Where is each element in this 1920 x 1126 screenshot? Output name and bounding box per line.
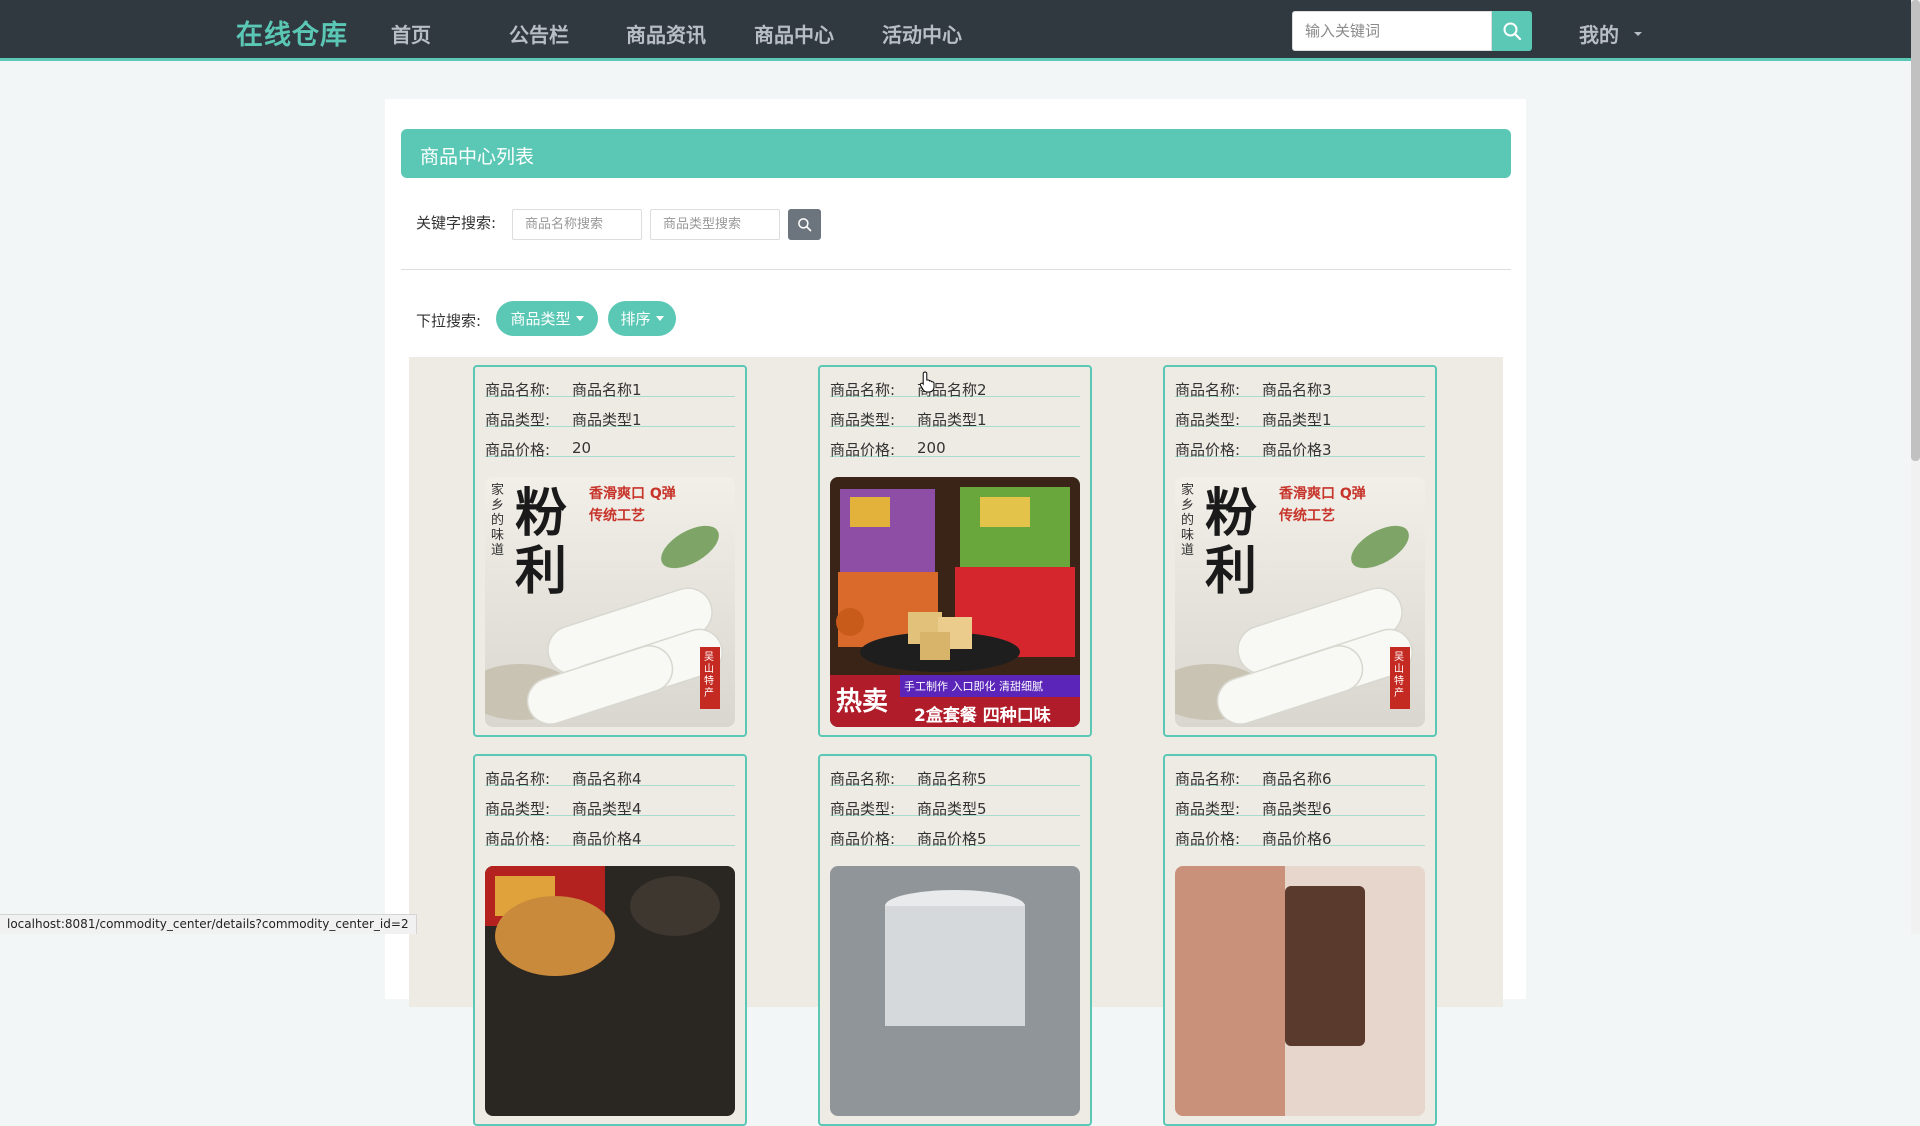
product-card[interactable]: 商品名称: 商品名称4 商品类型: 商品类型4 商品价格: 商品价格4 [473,754,747,1126]
product-price-label: 商品价格: [1175,830,1241,848]
product-price-value: 商品价格5 [917,830,987,848]
divider [401,269,1511,270]
product-type-dropdown[interactable]: 商品类型 [496,301,598,336]
product-price-label: 商品价格: [830,830,896,848]
product-card[interactable]: 商品名称: 商品名称3 商品类型: 商品类型1 商品价格: 商品价格3 粉利 家… [1163,365,1437,737]
image-seal-text: 吴山特产 [704,652,714,699]
product-card[interactable]: 商品名称: 商品名称2 商品类型: 商品类型1 商品价格: 200 热卖 手工制… [818,365,1092,737]
cosmetic-image [1175,866,1425,1116]
image-slogan-2: 传统工艺 [1279,508,1335,524]
search-icon [1503,22,1522,41]
main-container: 商品中心列表 关键字搜索: 下拉搜索: 商品类型 排序 商品名称: 商品名称1 … [385,99,1526,1126]
product-type-row: 商品类型: 商品类型4 [485,786,735,818]
product-name-row: 商品名称: 商品名称6 [1175,756,1425,788]
keyword-search-label: 关键字搜索: [416,214,497,232]
product-name-row: 商品名称: 商品名称1 [485,367,735,399]
product-price-label: 商品价格: [485,441,551,459]
product-grid: 商品名称: 商品名称1 商品类型: 商品类型1 商品价格: 20 粉利 家乡的味… [409,357,1503,1126]
nav-product-news[interactable]: 商品资讯 [626,19,706,48]
product-type-row: 商品类型: 商品类型5 [830,786,1080,818]
scrollbar-thumb[interactable] [1911,0,1920,461]
product-type-row: 商品类型: 商品类型1 [1175,397,1425,429]
image-slogan-1: 香滑爽口 Q弹 [589,486,676,502]
product-price-row: 商品价格: 200 [830,427,1080,459]
sort-dropdown[interactable]: 排序 [608,301,676,336]
image-hot-text: 热卖 [836,687,889,717]
image-side-text: 家乡的味道 [491,483,505,558]
product-price-row: 商品价格: 商品价格3 [1175,427,1425,459]
product-price-label: 商品价格: [830,441,896,459]
product-card[interactable]: 商品名称: 商品名称6 商品类型: 商品类型6 商品价格: 商品价格6 [1163,754,1437,1126]
product-type-row: 商品类型: 商品类型1 [485,397,735,429]
image-slogan-1: 香滑爽口 Q弹 [1279,486,1366,502]
product-type-row: 商品类型: 商品类型6 [1175,786,1425,818]
product-price-label: 商品价格: [1175,441,1241,459]
product-price-value: 200 [917,439,946,457]
image-banner-2: 2盒套餐 四种口味 [914,706,1051,726]
product-price-row: 商品价格: 商品价格4 [485,816,735,848]
product-image[interactable]: 热卖 手工制作 入口即化 清甜细腻 2盒套餐 四种口味 [830,477,1080,727]
mooncake-image [485,866,735,1116]
product-price-value: 20 [572,439,592,457]
product-image[interactable] [830,866,1080,1116]
product-name-row: 商品名称: 商品名称2 [830,367,1080,399]
product-image[interactable]: 粉利 家乡的味道 香滑爽口 Q弹 传统工艺 吴山特产 [485,477,735,727]
brand-logo[interactable]: 在线仓库 [236,13,348,52]
image-banner-1: 手工制作 入口即化 清甜细腻 [904,680,1043,693]
nav-activity-center[interactable]: 活动中心 [882,19,962,48]
image-main-text: 粉利 [1205,483,1258,602]
keyword-search-button[interactable] [788,209,821,240]
top-navbar: 在线仓库 首页 公告栏 商品资讯 商品中心 活动中心 我的 [0,0,1920,61]
product-price-row: 商品价格: 商品价格5 [830,816,1080,848]
chevron-down-icon[interactable] [1634,32,1642,36]
product-price-value: 商品价格3 [1262,441,1332,459]
product-type-dropdown-label: 商品类型 [510,310,571,328]
product-price-value: 商品价格6 [1262,830,1332,848]
nav-home[interactable]: 首页 [391,19,431,48]
product-name-row: 商品名称: 商品名称5 [830,756,1080,788]
nav-search-input[interactable] [1292,11,1492,51]
caret-down-icon [575,316,584,321]
search-icon [798,218,812,232]
cup-image [830,866,1080,1116]
product-price-row: 商品价格: 20 [485,427,735,459]
product-image[interactable] [485,866,735,1116]
image-seal-text: 吴山特产 [1394,652,1404,699]
product-name-search-input[interactable] [512,209,642,240]
nav-bulletin[interactable]: 公告栏 [509,19,569,48]
dropdown-search-label: 下拉搜索: [416,312,482,330]
product-card[interactable]: 商品名称: 商品名称1 商品类型: 商品类型1 商品价格: 20 粉利 家乡的味… [473,365,747,737]
section-header: 商品中心列表 [401,129,1511,178]
product-type-row: 商品类型: 商品类型1 [830,397,1080,429]
image-main-text: 粉利 [515,483,568,602]
product-price-label: 商品价格: [485,830,551,848]
image-side-text: 家乡的味道 [1181,483,1195,558]
sort-dropdown-label: 排序 [620,310,651,328]
product-type-search-input[interactable] [650,209,780,240]
product-card[interactable]: 商品名称: 商品名称5 商品类型: 商品类型5 商品价格: 商品价格5 [818,754,1092,1126]
product-price-value: 商品价格4 [572,830,642,848]
nav-product-center[interactable]: 商品中心 [754,19,834,48]
product-image[interactable]: 粉利 家乡的味道 香滑爽口 Q弹 传统工艺 吴山特产 [1175,477,1425,727]
nav-search-button[interactable] [1492,11,1532,51]
page-title: 商品中心列表 [420,146,535,168]
product-image[interactable] [1175,866,1425,1116]
image-slogan-2: 传统工艺 [589,508,645,524]
browser-status-bar: localhost:8081/commodity_center/details?… [0,914,417,934]
user-menu[interactable]: 我的 [1579,19,1619,48]
product-name-row: 商品名称: 商品名称4 [485,756,735,788]
product-name-row: 商品名称: 商品名称3 [1175,367,1425,399]
caret-down-icon [655,316,664,321]
hand-cursor-icon [919,371,935,393]
product-price-row: 商品价格: 商品价格6 [1175,816,1425,848]
